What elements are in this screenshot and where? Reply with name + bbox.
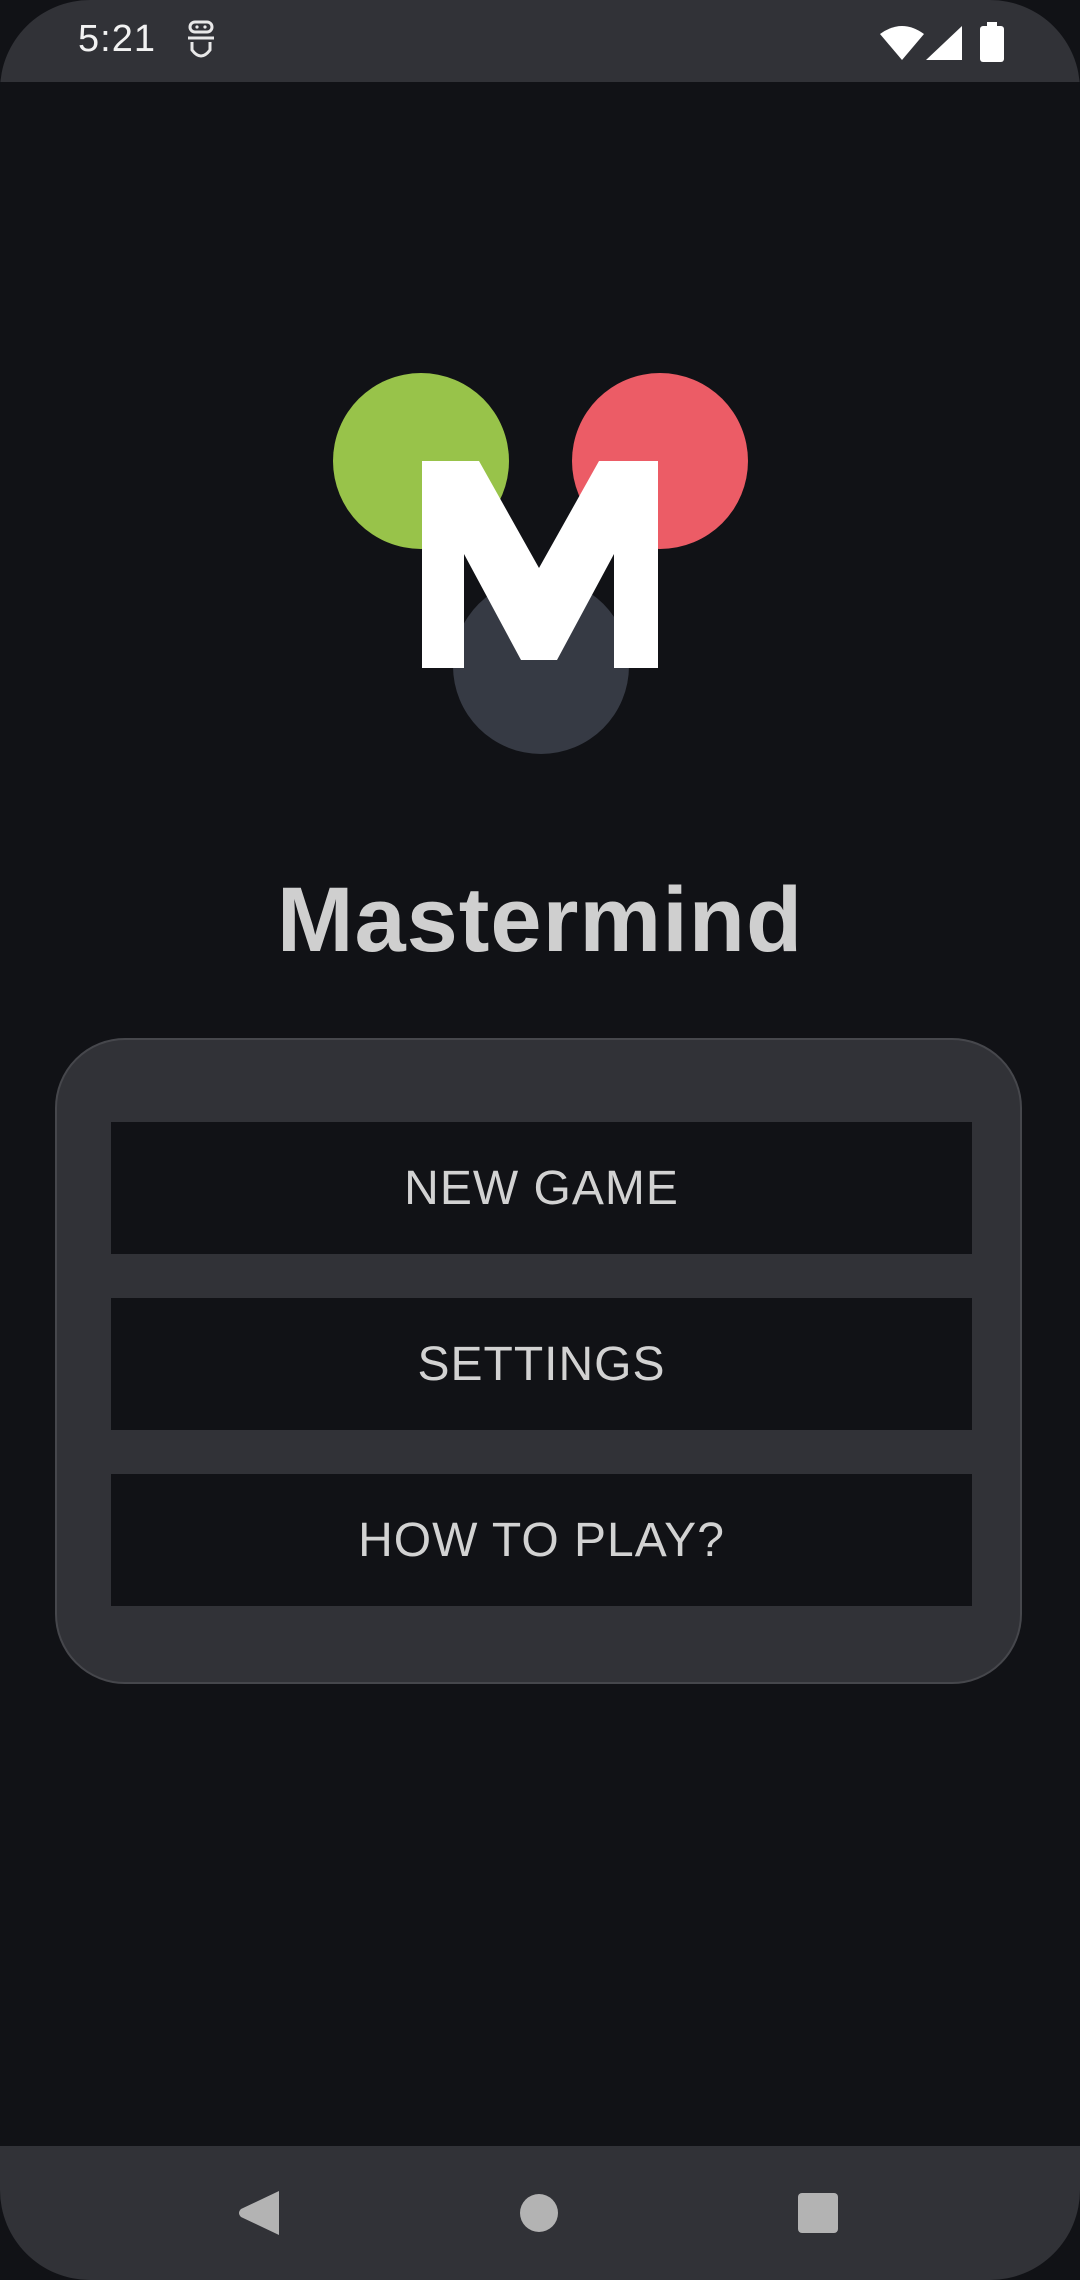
signal-icon: [926, 26, 962, 60]
how-to-play-button[interactable]: HOW TO PLAY?: [111, 1474, 972, 1606]
new-game-button[interactable]: NEW GAME: [111, 1122, 972, 1254]
recents-icon: [798, 2193, 838, 2233]
status-time: 5:21: [78, 18, 156, 60]
battery-icon: [980, 22, 1004, 62]
app-notification-icon: [188, 20, 214, 58]
app-title: Mastermind: [276, 869, 804, 971]
nav-recents-button[interactable]: [773, 2168, 863, 2258]
main-menu-card: NEW GAME SETTINGS HOW TO PLAY?: [55, 1038, 1022, 1684]
nav-back-button[interactable]: [214, 2168, 304, 2258]
nav-home-button[interactable]: [494, 2168, 584, 2258]
logo-letter-m: [422, 461, 658, 668]
back-icon: [239, 2191, 279, 2235]
wifi-icon: [880, 26, 924, 60]
settings-button[interactable]: SETTINGS: [111, 1298, 972, 1430]
app-logo: [333, 373, 748, 754]
home-icon: [520, 2194, 558, 2232]
app-screen: 5:21 Mastermind NEW GAME SETTINGS HOW TO…: [0, 0, 1080, 2280]
navigation-bar: [0, 2146, 1080, 2280]
status-bar: 5:21: [0, 0, 1080, 82]
